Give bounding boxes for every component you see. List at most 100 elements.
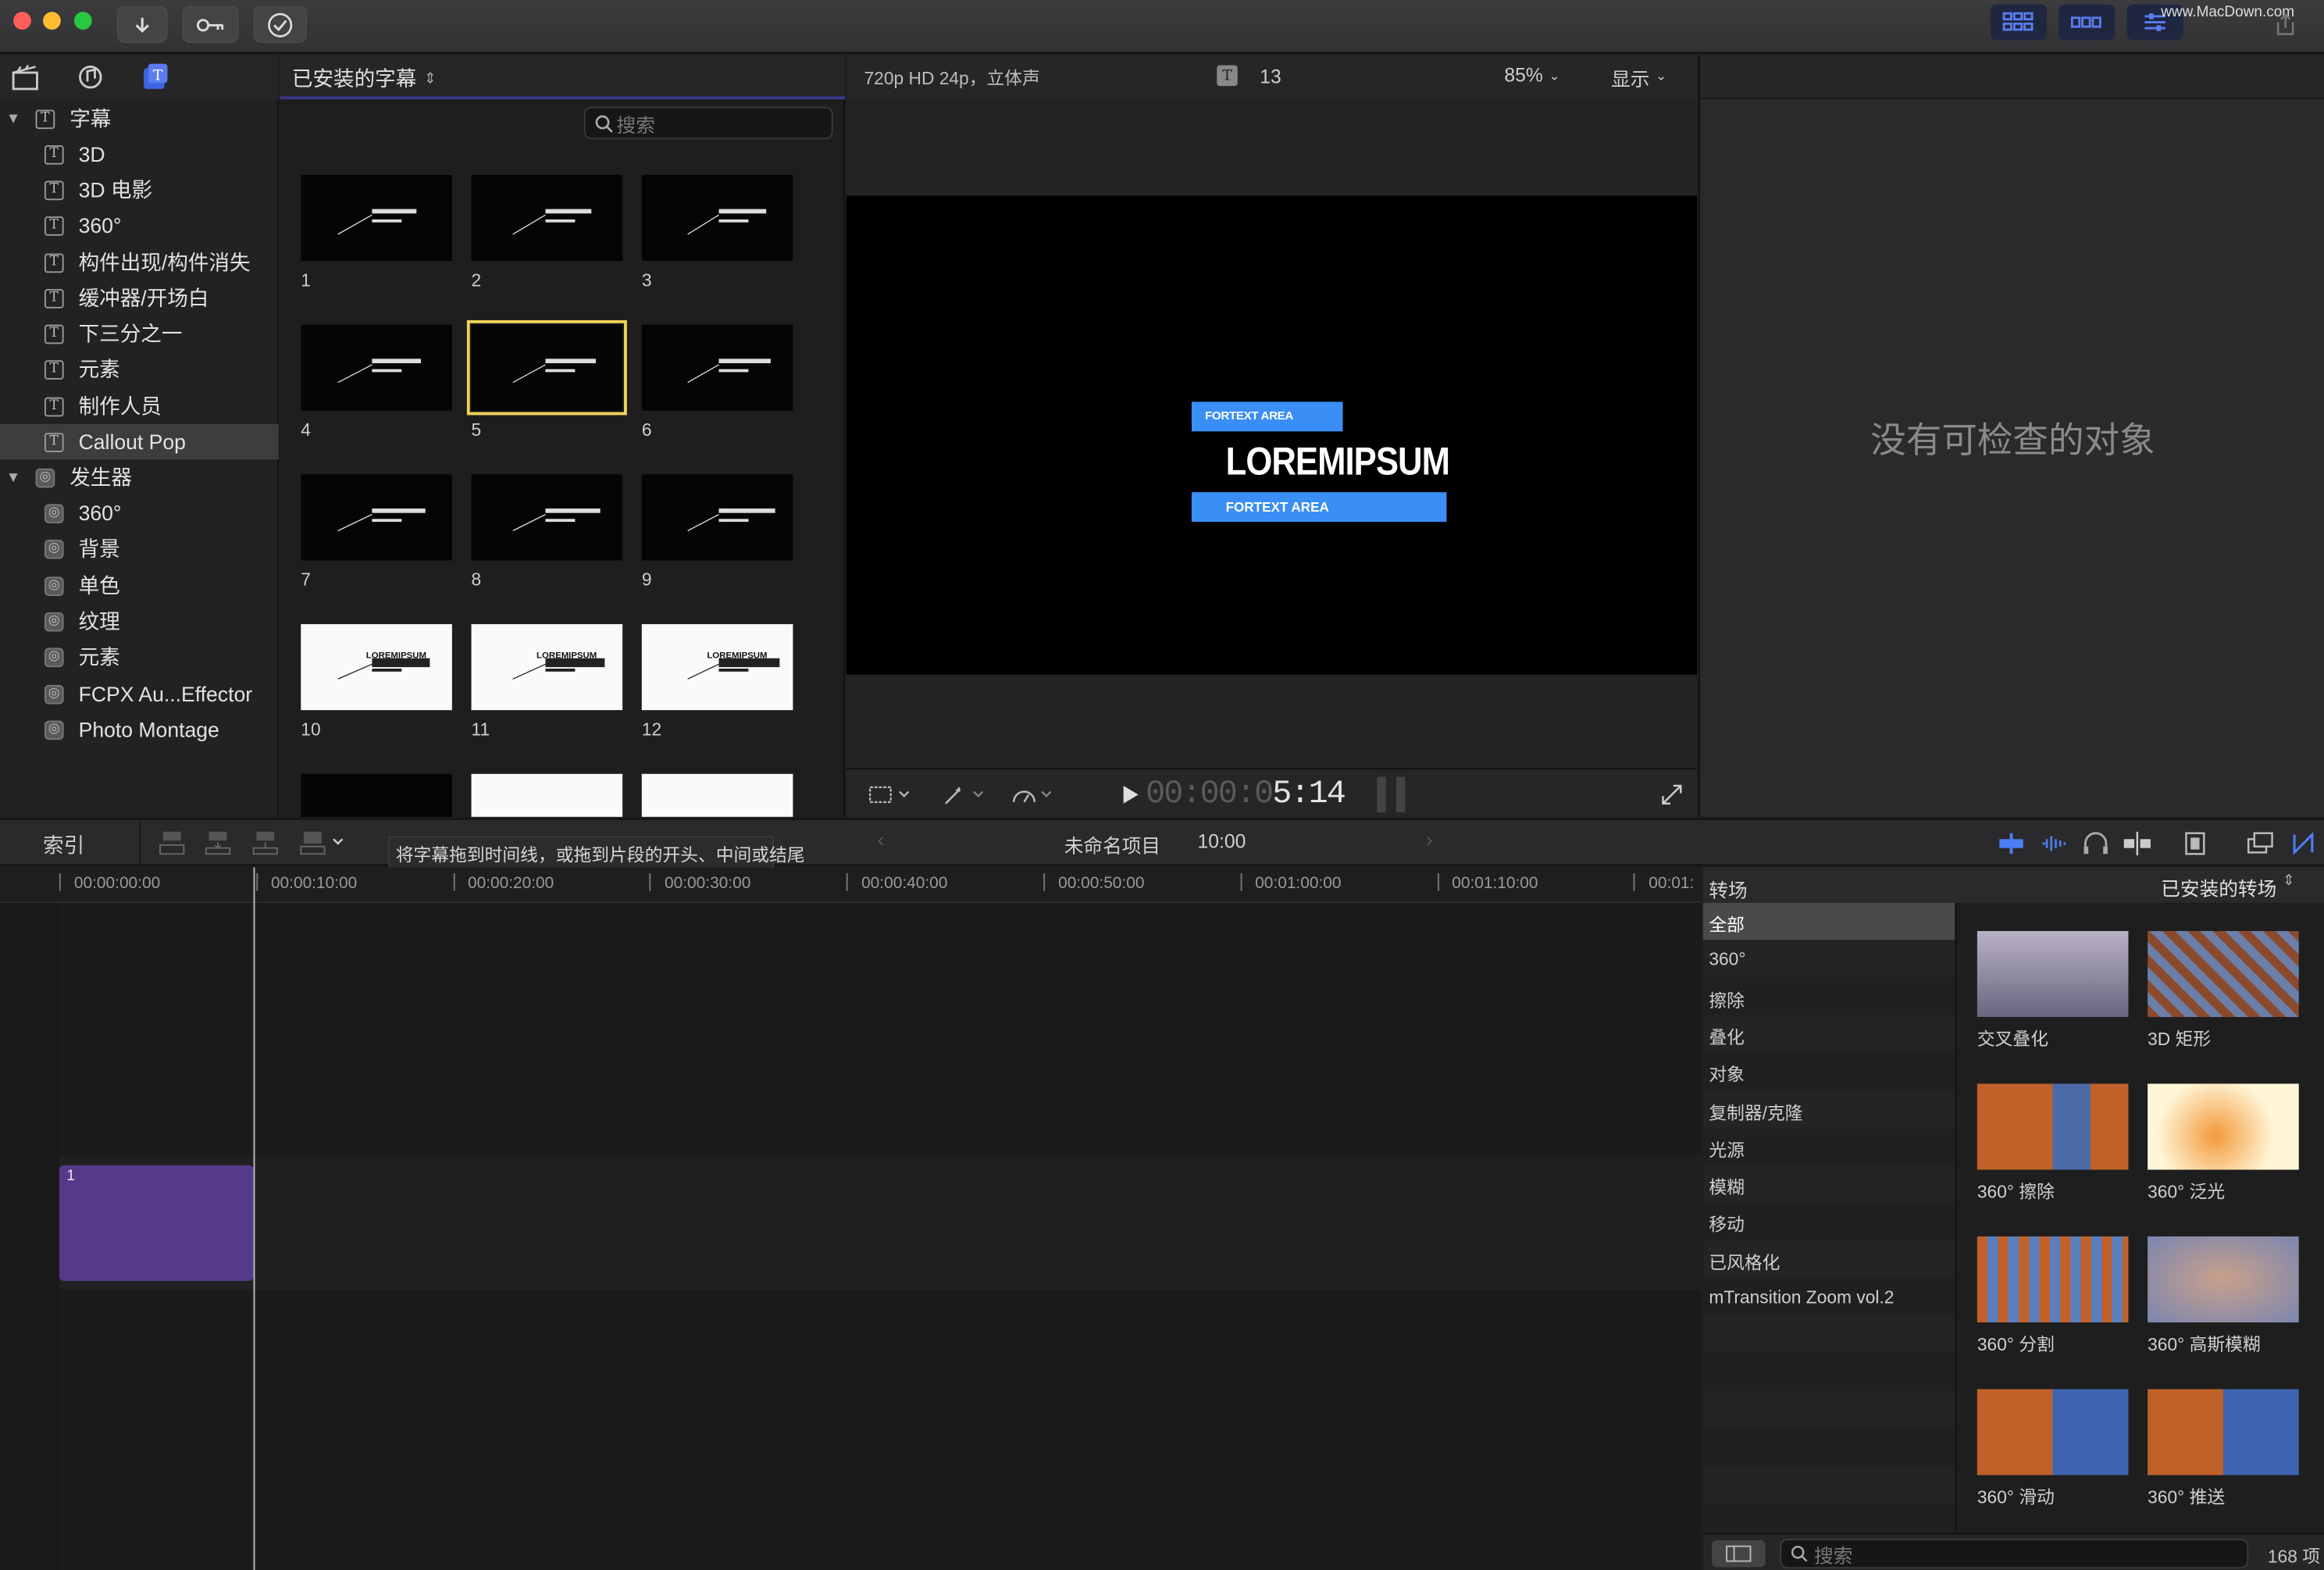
transition-thumbnail[interactable]	[2148, 930, 2299, 1018]
transform-popup[interactable]	[864, 781, 915, 808]
sidebar-item[interactable]: ◎ 360°	[0, 495, 279, 531]
timeline-index-button[interactable]: 索引	[43, 830, 84, 860]
timeline-view-button[interactable]	[2058, 4, 2115, 41]
title-thumbnail[interactable]	[641, 474, 793, 561]
transition-thumbnail[interactable]	[1976, 1236, 2129, 1323]
minimize-window-button[interactable]	[43, 12, 61, 30]
transition-category[interactable]: 擦除	[1703, 978, 1955, 1015]
play-button[interactable]	[1119, 781, 1142, 808]
timecode-display[interactable]: 00:00:05:14	[1146, 776, 1346, 812]
display-popup[interactable]: 显示 ⌄	[1611, 64, 1666, 92]
timeline-ruler[interactable]: 00:00:00:00 00:00:10:00 00:00:20:00 00:00:3…	[0, 867, 1702, 903]
sidebar-item[interactable]: ◎ 单色	[0, 568, 279, 604]
zoom-window-button[interactable]	[73, 12, 92, 30]
title-thumbnail[interactable]	[301, 773, 452, 817]
transition-category[interactable]: 复制器/克隆	[1702, 1090, 1955, 1128]
sidebar-item[interactable]: ◎ 元素	[0, 639, 279, 675]
audio-skimming-button[interactable]	[2038, 829, 2071, 858]
snapping-button[interactable]	[2121, 829, 2154, 858]
title-thumbnail[interactable]	[641, 174, 793, 262]
title-thumbnail[interactable]	[471, 773, 623, 817]
group-generators[interactable]: ▼ ◎ 发生器	[0, 459, 279, 495]
background-tasks-button[interactable]	[253, 5, 307, 44]
group-titles[interactable]: ▼ T 字幕	[0, 101, 279, 137]
sidebar-item[interactable]: T 3D	[0, 137, 279, 173]
browser-search-field[interactable]: 搜索	[583, 106, 833, 140]
transition-category[interactable]: 模糊	[1702, 1165, 1955, 1203]
sidebar-toggle-button[interactable]	[1712, 1540, 1766, 1568]
transition-category[interactable]: 360°	[1702, 940, 1955, 978]
sidebar-item[interactable]: ◎ 纹理	[0, 603, 279, 639]
titles-generators-tab[interactable]: T	[139, 61, 172, 94]
transition-thumbnail[interactable]	[2148, 1236, 2299, 1323]
transition-category[interactable]: 全部	[1702, 902, 1955, 940]
disclosure-triangle-icon[interactable]: ▼	[6, 469, 21, 486]
sidebar-item[interactable]: ◎ Photo Montage	[0, 712, 279, 748]
title-thumbnail[interactable]	[301, 174, 452, 262]
history-forward-button[interactable]: ›	[1426, 827, 1433, 851]
title-thumbnail[interactable]	[466, 319, 627, 416]
transition-thumbnail[interactable]	[2148, 1389, 2299, 1475]
import-button[interactable]	[116, 5, 168, 44]
transition-category[interactable]: 移动	[1703, 1203, 1955, 1240]
share-button[interactable]	[2268, 9, 2304, 41]
title-thumbnail[interactable]	[471, 474, 623, 561]
solo-button[interactable]	[2080, 829, 2112, 858]
libraries-tab[interactable]	[9, 61, 41, 94]
transitions-search-field[interactable]: 搜索	[1780, 1539, 2249, 1569]
transition-thumbnail[interactable]	[1976, 1389, 2129, 1475]
sidebar-item[interactable]: T 3D 电影	[0, 172, 279, 208]
source-popup[interactable]: 已安装的字幕 ⇕	[292, 64, 437, 94]
transition-thumbnail[interactable]	[2148, 1083, 2299, 1170]
ruler-label: 00:01:	[1649, 874, 1695, 893]
fullscreen-button[interactable]	[1659, 781, 1685, 808]
sidebar-item[interactable]: T 下三分之一	[0, 316, 279, 351]
sidebar-item[interactable]: ◎ 背景	[0, 530, 279, 566]
sidebar-item[interactable]: T 构件出现/构件消失	[0, 244, 279, 280]
title-thumbnail[interactable]	[471, 174, 623, 262]
sidebar-item[interactable]: T 元素	[0, 351, 279, 387]
sidebar-item[interactable]: T 缓冲器/开场白	[0, 280, 279, 316]
title-thumbnail[interactable]: LOREMIPSUM	[301, 624, 452, 711]
sidebar-item[interactable]: T 360°	[0, 208, 279, 244]
sidebar-item[interactable]: ◎ FCPX Au...Effector	[0, 676, 279, 712]
viewer-canvas[interactable]: FORTEXT AREA LOREMIPSUM FORTEXT AREA	[846, 195, 1698, 675]
insert-clip-button[interactable]	[205, 827, 231, 857]
disclosure-triangle-icon[interactable]: ▼	[6, 110, 21, 127]
close-window-button[interactable]	[13, 12, 31, 30]
clapper-icon	[12, 64, 38, 91]
title-thumbnail[interactable]	[641, 324, 793, 411]
enhance-popup[interactable]	[938, 781, 989, 808]
sidebar-item[interactable]: T 制作人员	[0, 388, 279, 424]
transition-category[interactable]: 叠化	[1702, 1015, 1955, 1053]
clip-appearance-button[interactable]	[2179, 829, 2212, 858]
append-clip-button[interactable]	[252, 827, 279, 857]
transition-category[interactable]: 已风格化	[1702, 1240, 1955, 1278]
library-view-button[interactable]	[1990, 4, 2048, 41]
transition-category[interactable]: mTransition Zoom vol.2	[1703, 1278, 1955, 1315]
overwrite-clip-button[interactable]	[298, 827, 348, 857]
photos-audio-tab[interactable]	[74, 61, 107, 94]
transitions-source-popup[interactable]: 已安装的转场 ⇕	[2161, 873, 2295, 901]
transition-category[interactable]: 光源	[1703, 1128, 1955, 1165]
skimming-button[interactable]	[1995, 829, 2028, 858]
transition-category[interactable]: 对象	[1703, 1053, 1955, 1090]
timeline-clip[interactable]: 1	[59, 1165, 254, 1281]
retime-popup[interactable]	[1007, 781, 1057, 808]
title-thumbnail[interactable]	[301, 324, 452, 411]
timeline[interactable]: 1	[0, 867, 1702, 1570]
transitions-browser-button[interactable]	[2287, 829, 2320, 858]
keywords-button[interactable]	[182, 5, 239, 44]
transition-thumbnail[interactable]	[1976, 930, 2129, 1018]
title-thumbnail[interactable]: LOREMIPSUM	[471, 624, 623, 711]
transition-thumbnail[interactable]	[1976, 1083, 2129, 1170]
effects-browser-button[interactable]	[2244, 829, 2277, 858]
connect-clip-button[interactable]	[159, 827, 185, 857]
title-thumbnail[interactable]: LOREMIPSUM	[641, 624, 793, 711]
history-back-button[interactable]: ‹	[878, 827, 885, 851]
playhead[interactable]	[253, 867, 255, 1570]
sidebar-item-selected[interactable]: T Callout Pop	[0, 423, 279, 460]
title-thumbnail[interactable]	[641, 773, 793, 817]
zoom-popup[interactable]: 85% ⌄	[1504, 64, 1559, 86]
title-thumbnail[interactable]	[301, 474, 452, 561]
